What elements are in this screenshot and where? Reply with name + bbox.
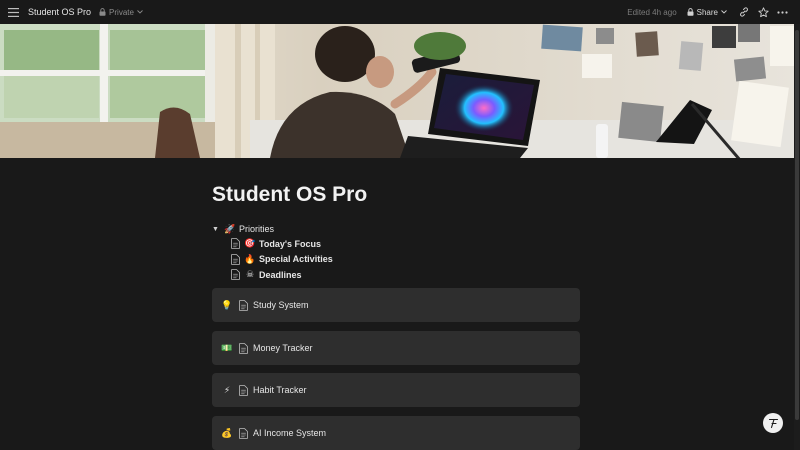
- subpage-link-special-activities[interactable]: 🔥 Special Activities: [231, 252, 582, 268]
- lightning-icon: ⚡: [223, 384, 231, 395]
- privacy-label: Private: [109, 7, 134, 17]
- chevron-down-icon: [137, 10, 143, 14]
- target-icon: 🎯: [244, 238, 256, 249]
- page-title[interactable]: Student OS Pro: [212, 180, 582, 210]
- rocket-icon: 🚀: [224, 223, 236, 234]
- toggle-header[interactable]: ▼ 🚀 Priorities: [212, 222, 582, 236]
- card-money-tracker[interactable]: 💵 Money Tracker: [212, 331, 580, 365]
- subpage-label: Special Activities: [259, 254, 333, 265]
- page-icon: [231, 253, 240, 265]
- page-icon: [239, 384, 248, 396]
- share-label: Share: [696, 7, 718, 17]
- fire-icon: 🔥: [244, 253, 256, 264]
- scrollbar-thumb[interactable]: [795, 30, 799, 420]
- star-icon[interactable]: [756, 5, 770, 19]
- page-icon: [239, 299, 248, 311]
- subpage-label: Today's Focus: [259, 238, 321, 249]
- link-icon[interactable]: [737, 5, 751, 19]
- card-label: Habit Tracker: [253, 385, 307, 395]
- page-icon: [231, 238, 240, 250]
- notion-ai-icon: [768, 418, 778, 429]
- toggle-children: 🎯 Today's Focus 🔥 Special Activities ☠ D…: [231, 236, 582, 283]
- money-icon: 💵: [221, 342, 233, 353]
- priorities-toggle: ▼ 🚀 Priorities 🎯 Today's Focus 🔥 Special…: [212, 222, 582, 283]
- lightbulb-icon: 💡: [221, 299, 233, 310]
- page-icon: [239, 427, 248, 439]
- card-label: Study System: [253, 300, 309, 310]
- subpage-label: Deadlines: [259, 269, 302, 280]
- card-ai-income-system[interactable]: 💰 AI Income System: [212, 416, 580, 450]
- card-habit-tracker[interactable]: ⚡ Habit Tracker: [212, 373, 580, 407]
- skull-crossbones-icon: ☠: [245, 269, 255, 280]
- share-button[interactable]: Share: [687, 8, 727, 17]
- top-bar: Student OS Pro Private Edited 4h ago Sha…: [0, 0, 800, 24]
- card-label: Money Tracker: [253, 343, 313, 353]
- chevron-down-icon: [721, 10, 727, 14]
- lock-icon: [99, 8, 106, 16]
- toggle-label: Priorities: [239, 224, 275, 234]
- menu-icon[interactable]: [6, 5, 20, 19]
- lock-icon: [687, 8, 694, 16]
- privacy-menu[interactable]: Private: [99, 8, 143, 17]
- subpage-link-deadlines[interactable]: ☠ Deadlines: [231, 267, 582, 283]
- subpage-link-todays-focus[interactable]: 🎯 Today's Focus: [231, 236, 582, 252]
- page-content: Student OS Pro ▼ 🚀 Priorities 🎯 Today's …: [212, 180, 582, 283]
- page-icon: [231, 269, 240, 281]
- card-study-system[interactable]: 💡 Study System: [212, 288, 580, 322]
- money-bag-icon: 💰: [221, 427, 233, 438]
- cover-image[interactable]: [0, 24, 800, 158]
- toggle-triangle-icon[interactable]: ▼: [212, 226, 224, 233]
- more-options-icon[interactable]: [775, 5, 789, 19]
- edited-timestamp: Edited 4h ago: [627, 7, 677, 17]
- page-icon: [239, 342, 248, 354]
- card-label: AI Income System: [253, 428, 327, 438]
- help-button[interactable]: [763, 413, 783, 433]
- breadcrumb-page-name[interactable]: Student OS Pro: [28, 7, 91, 17]
